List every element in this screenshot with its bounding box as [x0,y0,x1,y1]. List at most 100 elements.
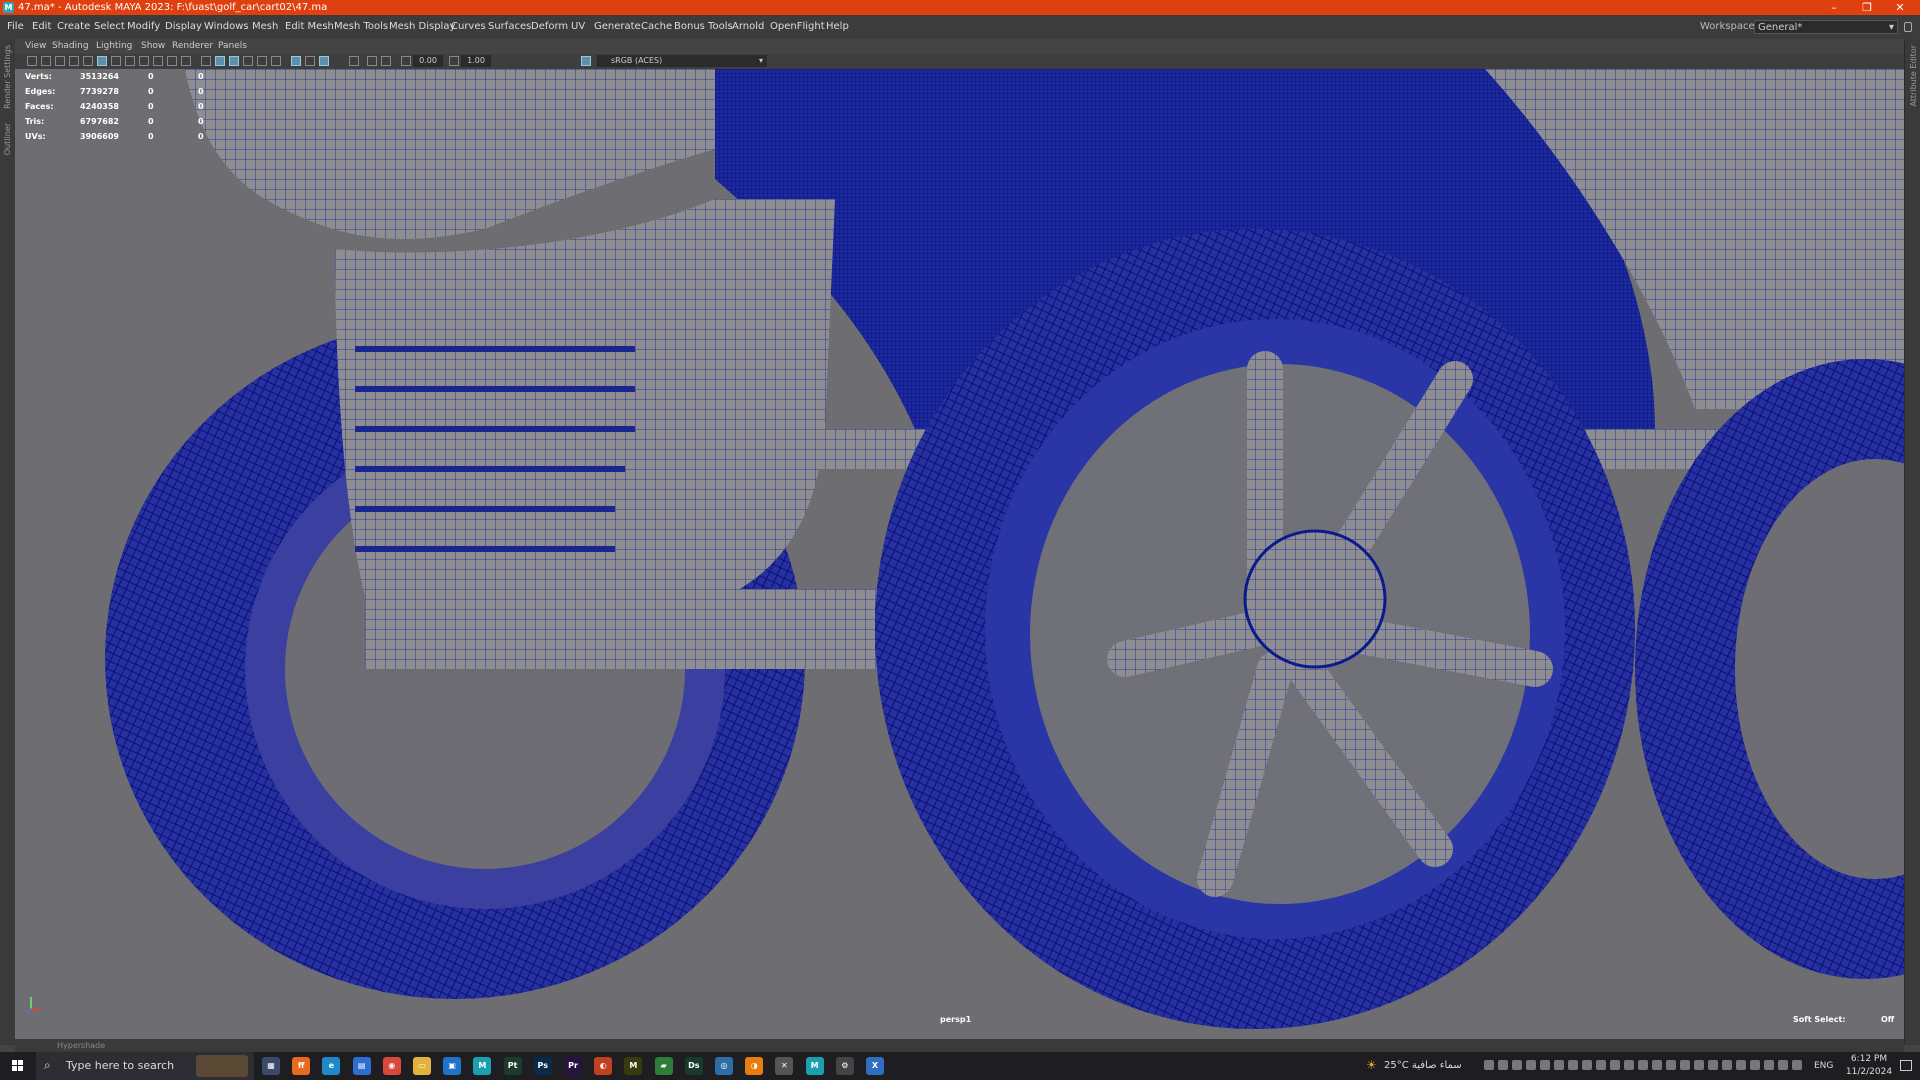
exposure-icon[interactable] [401,56,411,66]
menu-display[interactable]: Display [165,15,202,39]
color-management-icon[interactable] [581,56,591,66]
tab-hypershade[interactable]: Hypershade [57,1039,105,1052]
menu-openflight[interactable]: OpenFlight [770,15,825,39]
grid-toggle-icon[interactable] [83,56,93,66]
close-button[interactable]: ✕ [1885,0,1915,15]
gate-mask-icon[interactable] [139,56,149,66]
xray-joints-icon[interactable] [319,56,329,66]
tray-icon[interactable] [1722,1060,1732,1070]
notification-icon[interactable] [1900,1060,1912,1071]
marvelous-icon[interactable]: M [624,1057,643,1075]
menu-select[interactable]: Select [94,15,125,39]
app-blue-icon[interactable]: ▣ [443,1057,462,1075]
tab-render-settings[interactable]: Render Settings [3,45,12,109]
antialiasing-icon[interactable] [381,56,391,66]
tray-icon[interactable] [1652,1060,1662,1070]
shadows-icon[interactable] [271,56,281,66]
lights-icon[interactable] [257,56,267,66]
3d-viewport[interactable]: Verts: 3513264 0 0 Edges: 7739278 0 0 Fa… [15,69,1904,1039]
wireframe-shading-icon[interactable] [201,56,211,66]
taskbar-clock[interactable]: 6:12 PM 11/2/2024 [1844,1052,1894,1079]
tray-icon[interactable] [1554,1060,1564,1070]
maximize-button[interactable]: ❐ [1852,0,1882,15]
panel-menu-renderer[interactable]: Renderer [172,39,213,54]
app-x-icon[interactable]: ✕ [775,1057,794,1075]
tray-icon[interactable] [1666,1060,1676,1070]
store-icon[interactable]: ▤ [352,1057,371,1075]
task-view-icon[interactable]: ▦ [262,1057,280,1075]
safe-title-icon[interactable] [181,56,191,66]
film-gate-icon[interactable] [111,56,121,66]
menu-help[interactable]: Help [826,15,849,39]
tray-icon[interactable] [1778,1060,1788,1070]
tray-icon[interactable] [1582,1060,1592,1070]
tray-icon[interactable] [1526,1060,1536,1070]
designer-icon[interactable]: Ds [684,1057,703,1075]
maya-2-icon[interactable]: M [805,1057,824,1075]
menu-mesh-tools[interactable]: Mesh Tools [334,15,388,39]
exposure-field[interactable]: 0.00 [413,55,443,67]
menu-file[interactable]: File [7,15,24,39]
minimize-button[interactable]: – [1819,0,1849,15]
app-xb-icon[interactable]: X [866,1057,884,1075]
menu-bonus-tools[interactable]: Bonus Tools [674,15,733,39]
volume-icon[interactable] [1624,1060,1634,1070]
wireframe-icon[interactable] [97,56,107,66]
camera-select-icon[interactable] [27,56,37,66]
panel-menu-view[interactable]: View [25,39,46,54]
panel-menu-show[interactable]: Show [141,39,165,54]
blender-icon[interactable]: ◑ [745,1057,764,1075]
menu-uv[interactable]: UV [571,15,585,39]
file-explorer-icon[interactable]: ▭ [413,1057,431,1075]
field-chart-icon[interactable] [153,56,163,66]
tray-icon[interactable] [1680,1060,1690,1070]
edge-icon[interactable]: e [322,1057,341,1075]
resolution-gate-icon[interactable] [125,56,135,66]
image-plane-icon[interactable] [69,56,79,66]
painter-icon[interactable]: Pt [503,1057,522,1075]
menu-mesh[interactable]: Mesh [252,15,278,39]
panel-menu-panels[interactable]: Panels [218,39,247,54]
ambient-occlusion-icon[interactable] [349,56,359,66]
firefox-icon[interactable]: ff [292,1057,311,1075]
app-gear-icon[interactable]: ⚙ [835,1057,854,1075]
tray-icon[interactable] [1568,1060,1578,1070]
menu-generate[interactable]: Generate [594,15,641,39]
windows-start-icon[interactable] [12,1060,24,1072]
tray-icon[interactable] [1540,1060,1550,1070]
menu-modify[interactable]: Modify [127,15,160,39]
menu-create[interactable]: Create [57,15,90,39]
tray-icon[interactable] [1792,1060,1802,1070]
wifi-icon[interactable] [1638,1060,1648,1070]
menu-curves[interactable]: Curves [451,15,486,39]
panel-menu-lighting[interactable]: Lighting [96,39,132,54]
maya-active-icon[interactable]: M [473,1057,492,1075]
panel-menu-shading[interactable]: Shading [52,39,89,54]
menu-mesh-display[interactable]: Mesh Display [389,15,455,39]
wireframe-on-shaded-icon[interactable] [229,56,239,66]
safe-action-icon[interactable] [167,56,177,66]
menu-arnold[interactable]: Arnold [732,15,764,39]
tray-icon[interactable] [1498,1060,1508,1070]
tray-icon[interactable] [1708,1060,1718,1070]
gamma-icon[interactable] [449,56,459,66]
premiere-icon[interactable]: Pr [564,1057,582,1075]
taskbar-search-box[interactable]: ⌕ Type here to search [36,1052,254,1080]
menu-edit-mesh[interactable]: Edit Mesh [285,15,334,39]
chrome-icon[interactable]: ◉ [382,1057,401,1075]
bookmark-icon[interactable] [55,56,65,66]
app-green-icon[interactable]: ▰ [654,1057,673,1075]
color-space-dropdown[interactable]: sRGB (ACES) ▾ [597,55,767,67]
app-circle-icon[interactable]: ◎ [715,1057,733,1075]
tray-icon[interactable] [1764,1060,1774,1070]
tray-icon[interactable] [1484,1060,1494,1070]
motion-blur-icon[interactable] [367,56,377,66]
menu-cache[interactable]: Cache [641,15,672,39]
weather-text[interactable]: 25°C سماء صافية [1384,1052,1462,1080]
menu-edit[interactable]: Edit [32,15,51,39]
app-red-icon[interactable]: ◐ [594,1057,613,1075]
camera-attributes-icon[interactable] [41,56,51,66]
tray-icon[interactable] [1610,1060,1620,1070]
menu-surfaces[interactable]: Surfaces [488,15,531,39]
textured-icon[interactable] [243,56,253,66]
